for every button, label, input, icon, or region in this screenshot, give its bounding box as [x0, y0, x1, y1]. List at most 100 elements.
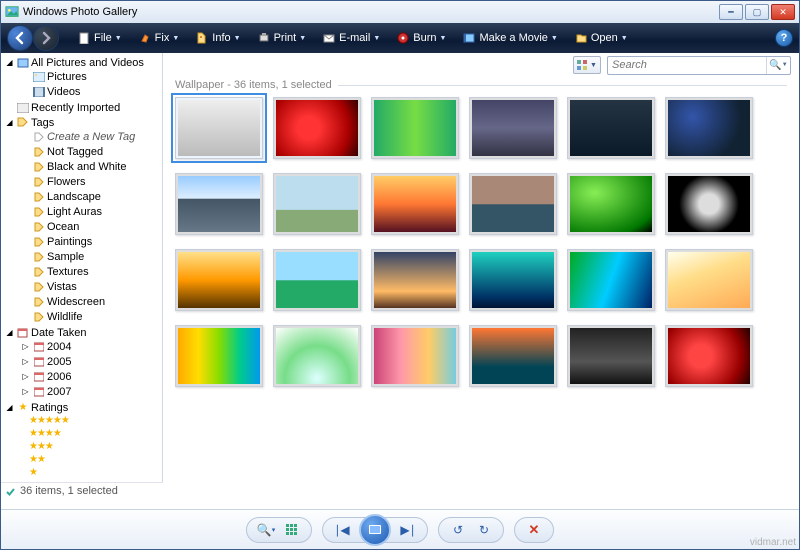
tree-recently-imported[interactable]: Recently Imported	[3, 101, 162, 114]
video-icon	[32, 85, 45, 98]
tag-icon	[32, 160, 45, 173]
tree-pictures[interactable]: Pictures	[19, 70, 162, 83]
thumbnail[interactable]	[665, 249, 753, 311]
thumbnail-scroll-area[interactable]	[163, 93, 799, 509]
help-button[interactable]: ?	[775, 29, 793, 47]
thumbnail[interactable]	[371, 97, 459, 159]
toolbar-make-a-movie[interactable]: Make a Movie▼	[458, 26, 561, 50]
tag-icon	[32, 235, 45, 248]
chevron-down-icon: ▼	[621, 35, 628, 42]
tree-ratings[interactable]: ◢★Ratings	[3, 401, 162, 414]
thumbnail[interactable]	[567, 249, 655, 311]
toolbar-print[interactable]: Print▼	[253, 26, 311, 50]
info-icon	[195, 31, 209, 45]
toolbar-e-mail[interactable]: E-mail▼	[318, 26, 384, 50]
rotate-ccw-button[interactable]: ↺	[447, 520, 469, 540]
rotate-cw-button[interactable]: ↻	[473, 520, 495, 540]
thumbnail[interactable]	[175, 173, 263, 235]
tree-tag-ocean[interactable]: Ocean	[19, 220, 162, 233]
nav-forward-button[interactable]	[33, 25, 59, 51]
tree-year-2006[interactable]: ▷2006	[19, 370, 162, 383]
delete-button[interactable]: ✕	[523, 520, 545, 540]
star-icon: ★★	[29, 454, 45, 465]
status-text: 36 items, 1 selected	[20, 485, 118, 497]
thumbnail[interactable]	[567, 173, 655, 235]
search-box[interactable]: 🔍 ▼	[607, 56, 791, 75]
tree-tag-widescreen[interactable]: Widescreen	[19, 295, 162, 308]
tree-tag-paintings[interactable]: Paintings	[19, 235, 162, 248]
thumbnail[interactable]	[175, 97, 263, 159]
expander-icon: ▷	[21, 342, 30, 351]
slideshow-button[interactable]	[359, 514, 391, 546]
chevron-down-icon: ▼	[172, 35, 179, 42]
view-options-button[interactable]: ▼	[573, 56, 601, 74]
thumbnail[interactable]	[371, 325, 459, 387]
rating-4-stars[interactable]: ★★★★	[3, 427, 162, 440]
tree-date-taken[interactable]: ◢Date Taken	[3, 326, 162, 339]
toolbar-open[interactable]: Open▼	[570, 26, 632, 50]
thumbnail-size-button[interactable]	[281, 520, 303, 540]
previous-button[interactable]: ∣◀	[331, 520, 353, 540]
thumbnail[interactable]	[175, 325, 263, 387]
make-a-movie-icon	[462, 31, 476, 45]
tree-tag-wildlife[interactable]: Wildlife	[19, 310, 162, 323]
tree-tag-black-and-white[interactable]: Black and White	[19, 160, 162, 173]
toolbar-burn[interactable]: Burn▼	[392, 26, 450, 50]
tree-tag-textures[interactable]: Textures	[19, 265, 162, 278]
burn-icon	[396, 31, 410, 45]
thumbnail[interactable]	[567, 325, 655, 387]
rating-5-stars[interactable]: ★★★★★	[3, 414, 162, 427]
tree-tag-flowers[interactable]: Flowers	[19, 175, 162, 188]
tree-tag-sample[interactable]: Sample	[19, 250, 162, 263]
thumbnail[interactable]	[371, 249, 459, 311]
thumbnail[interactable]	[273, 97, 361, 159]
tree-year-2007[interactable]: ▷2007	[19, 385, 162, 398]
nav-back-button[interactable]	[7, 25, 33, 51]
rating-1-stars[interactable]: ★	[3, 466, 162, 479]
tree-tag-light-auras[interactable]: Light Auras	[19, 205, 162, 218]
thumbnail[interactable]	[273, 325, 361, 387]
tree-tag-landscape[interactable]: Landscape	[19, 190, 162, 203]
thumbnail[interactable]	[469, 325, 557, 387]
thumbnail[interactable]	[469, 97, 557, 159]
tree-tag-vistas[interactable]: Vistas	[19, 280, 162, 293]
thumbnail[interactable]	[665, 173, 753, 235]
tree-year-2005[interactable]: ▷2005	[19, 355, 162, 368]
search-icon[interactable]: 🔍 ▼	[766, 57, 790, 74]
zoom-button[interactable]: 🔍▾	[255, 520, 277, 540]
content-header: Wallpaper - 36 items, 1 selected	[163, 77, 799, 93]
minimize-button[interactable]: ━	[719, 4, 743, 20]
rating-2-stars[interactable]: ★★	[3, 453, 162, 466]
toolbar-fix[interactable]: Fix▼	[134, 26, 184, 50]
app-icon	[5, 5, 19, 19]
thumbnail[interactable]	[567, 97, 655, 159]
close-button[interactable]: ✕	[771, 4, 795, 20]
thumbnail[interactable]	[665, 97, 753, 159]
search-input[interactable]	[608, 59, 766, 71]
thumbnail[interactable]	[469, 173, 557, 235]
thumbnail[interactable]	[273, 173, 361, 235]
toolbar-file[interactable]: File▼	[73, 26, 126, 50]
thumbnail[interactable]	[371, 173, 459, 235]
thumbnail[interactable]	[175, 249, 263, 311]
maximize-button[interactable]: ▢	[745, 4, 769, 20]
tree-tag-not-tagged[interactable]: Not Tagged	[19, 145, 162, 158]
tag-icon	[32, 250, 45, 263]
tree-create-tag[interactable]: Create a New Tag	[19, 130, 162, 143]
tree-videos[interactable]: Videos	[19, 85, 162, 98]
thumbnail[interactable]	[273, 249, 361, 311]
toolbar-info[interactable]: Info▼	[191, 26, 244, 50]
rating-3-stars[interactable]: ★★★	[3, 440, 162, 453]
thumbnail[interactable]	[665, 325, 753, 387]
tag-icon	[32, 205, 45, 218]
tree-all-pictures[interactable]: ◢ All Pictures and Videos	[3, 56, 162, 69]
content-header-text: Wallpaper - 36 items, 1 selected	[175, 79, 332, 91]
next-button[interactable]: ▶∣	[397, 520, 419, 540]
thumbnail[interactable]	[469, 249, 557, 311]
tree-year-2004[interactable]: ▷2004	[19, 340, 162, 353]
window-title: Windows Photo Gallery	[23, 6, 719, 18]
status-bar: 36 items, 1 selected	[1, 482, 163, 499]
calendar-icon	[16, 326, 29, 339]
expander-icon: ◢	[5, 328, 14, 337]
tree-tags[interactable]: ◢Tags	[3, 116, 162, 129]
